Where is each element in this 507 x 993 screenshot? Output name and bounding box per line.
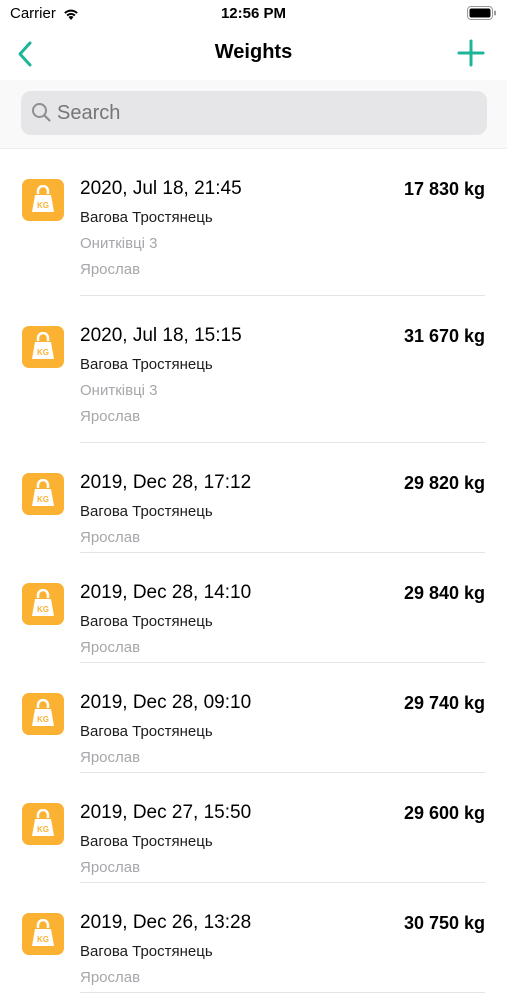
page-title: Weights xyxy=(214,41,293,63)
kettlebell-icon: KG xyxy=(32,185,54,212)
kettlebell-icon: KG xyxy=(32,479,54,506)
item-weight: 29 820 kg xyxy=(403,473,485,493)
item-location: Онитківці 3 xyxy=(80,235,158,252)
weight-badge: KG xyxy=(22,803,64,845)
kettlebell-icon: KG xyxy=(32,699,54,726)
item-operator: Ярослав xyxy=(80,529,141,546)
badge-text: KG xyxy=(37,201,49,210)
add-button[interactable] xyxy=(457,39,485,67)
item-date: 2019, Dec 28, 09:10 xyxy=(80,692,252,713)
status-time: 12:56 PM xyxy=(220,5,287,22)
kettlebell-icon: KG xyxy=(32,919,54,946)
item-station: Вагова Тростянець xyxy=(80,356,213,373)
item-date: 2019, Dec 28, 17:12 xyxy=(80,472,252,493)
item-date: 2019, Dec 27, 15:50 xyxy=(80,802,252,823)
weight-badge: KG xyxy=(22,913,64,955)
item-operator: Ярослав xyxy=(80,969,141,986)
search-input[interactable] xyxy=(57,91,477,135)
item-operator: Ярослав xyxy=(80,261,141,278)
item-station: Вагова Тростянець xyxy=(80,209,213,226)
navigation-bar: Weights xyxy=(0,28,507,80)
list-item[interactable]: KG 2020, Jul 18, 15:15 31 670 kg Вагова Тро… xyxy=(0,296,507,443)
item-date: 2019, Dec 28, 14:10 xyxy=(80,582,252,603)
item-weight: 30 750 kg xyxy=(403,913,485,933)
badge-text: KG xyxy=(37,715,49,724)
item-station: Вагова Тростянець xyxy=(80,503,213,520)
item-date: 2019, Dec 26, 13:28 xyxy=(80,912,252,933)
list-item[interactable]: KG 2019, Dec 28, 17:12 29 820 kg Вагова Тро… xyxy=(0,443,507,553)
list-item[interactable]: KG 2020, Jul 18, 21:45 17 830 kg Вагова Тро… xyxy=(0,149,507,296)
item-station: Вагова Тростянець xyxy=(80,613,213,630)
weight-badge: KG xyxy=(22,179,64,221)
item-operator: Ярослав xyxy=(80,859,141,876)
item-weight: 29 600 kg xyxy=(403,803,485,823)
badge-text: KG xyxy=(37,348,49,357)
item-station: Вагова Тростянець xyxy=(80,943,213,960)
list-item[interactable]: KG 2019, Dec 28, 09:10 29 740 kg Вагова Тро… xyxy=(0,663,507,773)
item-weight: 31 670 kg xyxy=(403,326,485,346)
item-date: 2020, Jul 18, 21:45 xyxy=(80,178,242,199)
item-location: Онитківці 3 xyxy=(80,382,158,399)
search-bar-container xyxy=(0,80,507,149)
weight-badge: KG xyxy=(22,326,64,368)
item-weight: 29 740 kg xyxy=(403,693,485,713)
item-operator: Ярослав xyxy=(80,408,141,425)
battery-icon xyxy=(467,6,496,20)
weight-badge: KG xyxy=(22,473,64,515)
list-item[interactable]: KG 2019, Dec 28, 14:10 29 840 kg Вагова Тро… xyxy=(0,553,507,663)
item-operator: Ярослав xyxy=(80,749,141,766)
item-weight: 17 830 kg xyxy=(403,179,485,199)
item-station: Вагова Тростянець xyxy=(80,723,213,740)
badge-text: KG xyxy=(37,605,49,614)
status-bar: Carrier 12:56 PM xyxy=(0,0,507,28)
kettlebell-icon: KG xyxy=(32,332,54,359)
item-operator: Ярослав xyxy=(80,639,141,656)
search-bar[interactable] xyxy=(21,91,487,135)
weights-list: KG 2020, Jul 18, 21:45 17 830 kg Вагова Тро… xyxy=(0,149,507,993)
kettlebell-icon: KG xyxy=(32,809,54,836)
weight-badge: KG xyxy=(22,693,64,735)
badge-text: KG xyxy=(37,935,49,944)
badge-text: KG xyxy=(37,495,49,504)
badge-text: KG xyxy=(37,825,49,834)
list-item[interactable]: KG 2019, Dec 27, 15:50 29 600 kg Вагова Тро… xyxy=(0,773,507,883)
search-icon xyxy=(32,103,51,122)
item-station: Вагова Тростянець xyxy=(80,833,213,850)
kettlebell-icon: KG xyxy=(32,589,54,616)
item-weight: 29 840 kg xyxy=(403,583,485,603)
weight-badge: KG xyxy=(22,583,64,625)
item-date: 2020, Jul 18, 15:15 xyxy=(80,325,242,346)
